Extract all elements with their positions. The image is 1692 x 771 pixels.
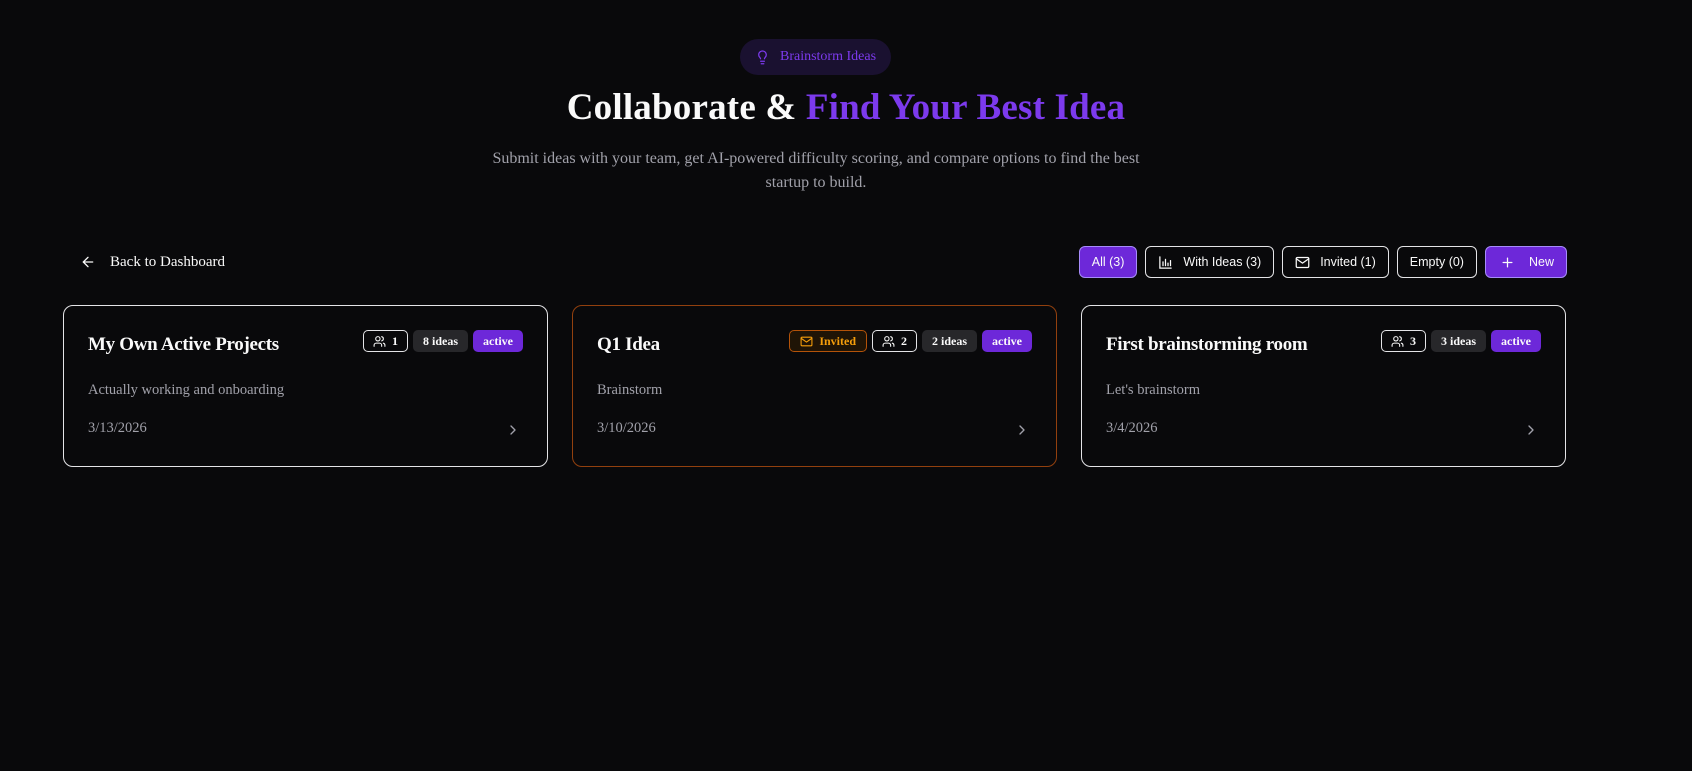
filter-empty-button[interactable]: Empty (0) [1396, 246, 1477, 278]
card-badges: 1 8 ideas active [363, 330, 523, 352]
members-badge: 3 [1381, 330, 1426, 352]
filter-empty-label: Empty (0) [1409, 255, 1464, 269]
page-subtitle: Submit ideas with your team, get AI-powe… [492, 150, 1140, 191]
card-description: Brainstorm [597, 382, 663, 398]
filter-all-label: All (3) [1091, 255, 1125, 269]
title-prefix: Collaborate & [566, 87, 806, 128]
status-badge: active [1491, 330, 1541, 352]
arrow-left-icon [82, 256, 94, 268]
card-title: Q1 Idea [597, 334, 660, 355]
new-label: New [1528, 255, 1554, 269]
members-count: 3 [1410, 333, 1416, 348]
members-count: 1 [392, 333, 398, 348]
card-description: Let's brainstorm [1106, 382, 1201, 398]
page-title: Collaborate & Find Your Best Idea [0, 86, 1692, 129]
back-to-dashboard-link[interactable]: Back to Dashboard [80, 251, 225, 273]
mail-icon [800, 336, 813, 346]
room-card[interactable]: My Own Active Projects 1 8 ideas active … [63, 305, 548, 467]
filter-with-ideas-label: With Ideas (3) [1183, 255, 1262, 269]
card-date: 3/4/2026 [1106, 420, 1158, 436]
card-date: 3/13/2026 [88, 420, 147, 436]
bar-chart-icon [1159, 255, 1173, 269]
users-icon [1391, 335, 1404, 347]
users-icon [373, 335, 386, 347]
brainstorm-ideas-pill: Brainstorm Ideas [740, 39, 891, 75]
card-badges: Invited 2 2 ideas active [789, 330, 1032, 352]
members-badge: 1 [363, 330, 408, 352]
card-badges: 3 3 ideas active [1381, 330, 1541, 352]
plus-icon [1502, 257, 1513, 267]
card-title: My Own Active Projects [88, 334, 279, 355]
filter-invited-button[interactable]: Invited (1) [1282, 246, 1389, 278]
members-count: 2 [901, 333, 907, 348]
title-accent: Find Your Best Idea [805, 87, 1126, 128]
chevron-right-icon [510, 425, 516, 435]
ideas-badge: 3 ideas [1431, 330, 1487, 352]
card-title: First brainstorming room [1106, 334, 1308, 355]
pill-label: Brainstorm Ideas [779, 49, 877, 64]
card-date: 3/10/2026 [597, 420, 656, 436]
card-description: Actually working and onboarding [88, 382, 285, 398]
filter-all-button[interactable]: All (3) [1078, 246, 1138, 278]
room-card[interactable]: Q1 Idea Invited 2 2 ideas active Brainst… [572, 305, 1057, 467]
filter-with-ideas-button[interactable]: With Ideas (3) [1145, 246, 1275, 278]
chevron-right-icon [1019, 425, 1025, 435]
filter-bar: All (3) With Ideas (3) Invited (1) Empty… [1078, 246, 1567, 278]
back-label: Back to Dashboard [110, 253, 225, 270]
room-card[interactable]: First brainstorming room 3 3 ideas activ… [1081, 305, 1566, 467]
chevron-right-icon [1528, 425, 1534, 435]
members-badge: 2 [872, 330, 917, 352]
invited-label: Invited [819, 333, 856, 348]
new-room-button[interactable]: New [1484, 246, 1567, 278]
mail-icon [1295, 256, 1310, 268]
status-badge: active [473, 330, 523, 352]
ideas-badge: 8 ideas [413, 330, 469, 352]
ideas-badge: 2 ideas [922, 330, 978, 352]
invited-badge: Invited [789, 330, 867, 352]
filter-invited-label: Invited (1) [1320, 255, 1376, 269]
lightbulb-icon [758, 49, 767, 64]
status-badge: active [982, 330, 1032, 352]
room-card-list: My Own Active Projects 1 8 ideas active … [63, 305, 1566, 467]
users-icon [882, 335, 895, 347]
